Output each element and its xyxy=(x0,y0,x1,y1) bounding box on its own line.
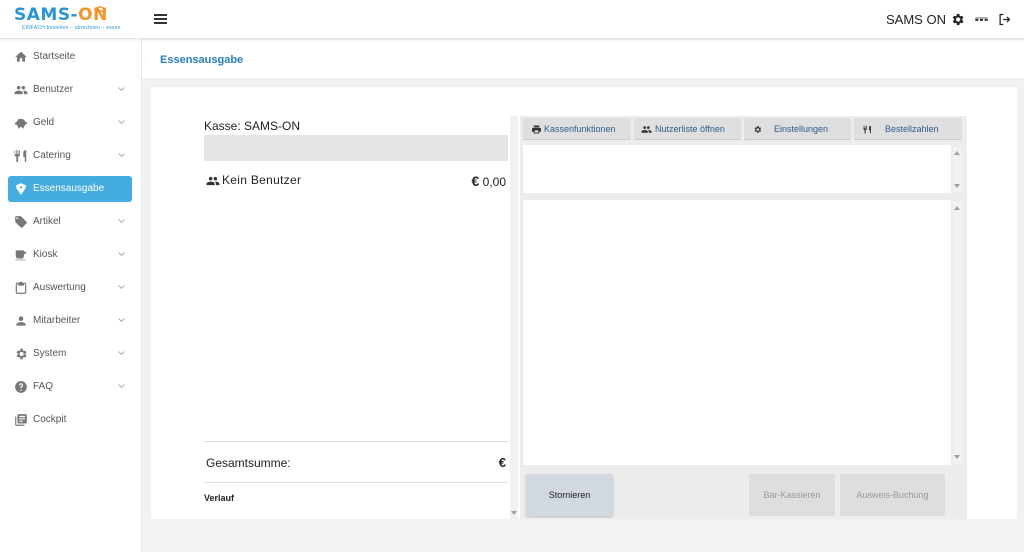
sidebar-item-label: Essensausgabe xyxy=(33,183,105,194)
scroll-down-arrow[interactable] xyxy=(954,455,960,459)
product-list-scrollbar[interactable] xyxy=(953,202,962,464)
sidebar-item-label: Auswertung xyxy=(33,282,86,293)
sidebar-item-catering[interactable]: Catering xyxy=(8,143,132,169)
order-list-top xyxy=(523,145,951,193)
einstellungen-label: Einstellungen xyxy=(774,124,829,134)
sidebar-item-label: FAQ xyxy=(33,381,54,392)
sidebar-item-label: Geld xyxy=(33,117,55,128)
chevron-down-icon xyxy=(118,87,125,91)
currency-symbol: € xyxy=(471,173,480,189)
gear-icon xyxy=(16,348,27,360)
order-list-top-scrollbar[interactable] xyxy=(953,147,962,193)
current-user-name: SAMS ON xyxy=(886,12,946,27)
sidebar-item-cockpit[interactable]: Cockpit xyxy=(8,407,132,433)
chevron-down-icon xyxy=(118,351,125,355)
sidebar-item-label: Artikel xyxy=(33,216,61,227)
label-icon xyxy=(15,216,27,228)
scroll-down-arrow[interactable] xyxy=(511,511,517,515)
sidebar-item-startseite[interactable]: Startseite xyxy=(8,44,132,70)
logo-tagline: EINFACH bestellen – abrechnen – essen xyxy=(22,25,121,31)
sidebar-item-label: Cockpit xyxy=(33,414,67,425)
chevron-down-icon xyxy=(118,318,125,322)
sidebar-item-benutzer[interactable]: Benutzer xyxy=(8,77,132,103)
sidebar-item-geld[interactable]: Geld xyxy=(8,110,132,136)
left-scrollbar[interactable] xyxy=(510,116,518,519)
sidebar-item-label: Startseite xyxy=(33,51,76,62)
page-title: Essensausgabe xyxy=(160,54,244,66)
sidebar-item-artikel[interactable]: Artikel xyxy=(8,209,132,235)
chevron-down-icon xyxy=(118,384,125,388)
sidebar: Startseite Benutzer Geld Catering Essens… xyxy=(0,39,142,552)
divider xyxy=(204,441,508,442)
customer-balance: € 0,00 xyxy=(441,173,507,189)
scroll-up-arrow[interactable] xyxy=(954,206,960,210)
chevron-down-icon xyxy=(118,153,125,157)
einstellungen-button[interactable]: Einstellungen xyxy=(744,118,851,140)
kassenfunktionen-button[interactable]: Kassenfunktionen xyxy=(523,118,631,140)
kasse-title: Kasse: SAMS-ON xyxy=(204,119,301,133)
kasse-card: Kasse: SAMS-ON Kein Benutzer € 0,00 Gesa… xyxy=(151,87,1017,519)
breadcrumb-bar: Essensausgabe xyxy=(142,40,1024,78)
top-header: SAMS-ON EINFACH bestellen – abrechnen – … xyxy=(0,0,1024,39)
logout-icon[interactable] xyxy=(997,12,1012,27)
tag-icon xyxy=(15,183,27,195)
more-dots-icon[interactable] xyxy=(974,12,989,27)
home-icon xyxy=(15,51,27,62)
help-icon xyxy=(15,381,27,393)
sidebar-item-system[interactable]: System xyxy=(8,341,132,367)
users-icon xyxy=(641,126,652,133)
wifi-icon xyxy=(93,6,107,13)
person-icon xyxy=(16,316,26,326)
piggy-bank-icon xyxy=(15,118,27,129)
sidebar-item-auswertung[interactable]: Auswertung xyxy=(8,275,132,301)
ausweis-buchung-button[interactable]: Ausweis-Buchung xyxy=(840,474,945,516)
menu-toggle-button[interactable] xyxy=(154,14,167,25)
sidebar-item-label: Kiosk xyxy=(33,249,58,260)
chevron-down-icon xyxy=(118,285,125,289)
chevron-down-icon xyxy=(118,252,125,256)
cup-icon xyxy=(15,250,27,261)
cutlery-icon xyxy=(863,125,871,134)
gear-icon[interactable] xyxy=(950,12,965,27)
sidebar-item-label: Catering xyxy=(33,150,71,161)
sidebar-item-label: System xyxy=(33,348,67,359)
sidebar-item-faq[interactable]: FAQ xyxy=(8,374,132,400)
product-list xyxy=(523,200,951,465)
kasse-input-box[interactable] xyxy=(204,135,508,161)
cutlery-icon xyxy=(14,150,27,162)
total-label: Gesamtsumme: xyxy=(206,456,291,470)
current-customer-label: Kein Benutzer xyxy=(222,173,302,187)
chevron-down-icon xyxy=(118,219,125,223)
clipboard-icon xyxy=(15,281,27,294)
stornieren-button[interactable]: Stornieren xyxy=(526,474,613,516)
logo-text-main: SAMS- xyxy=(14,5,79,25)
library-icon xyxy=(15,414,27,426)
sidebar-item-label: Benutzer xyxy=(33,84,74,95)
gear-icon xyxy=(754,126,762,133)
printer-icon xyxy=(532,125,541,134)
chevron-down-icon xyxy=(118,120,125,124)
users-icon xyxy=(206,176,220,186)
customer-balance-value: 0,00 xyxy=(482,175,506,189)
scroll-up-arrow[interactable] xyxy=(954,151,960,155)
bestellzahlen-label: Bestellzahlen xyxy=(885,124,939,134)
total-amount: € xyxy=(498,455,506,470)
sidebar-item-essensausgabe[interactable]: Essensausgabe xyxy=(8,176,132,202)
sams-on-logo[interactable]: SAMS-ON EINFACH bestellen – abrechnen – … xyxy=(14,6,132,34)
history-label: Verlauf xyxy=(204,493,235,503)
divider xyxy=(204,482,508,483)
bar-kassieren-button[interactable]: Bar-Kassieren xyxy=(749,474,835,516)
scroll-down-arrow[interactable] xyxy=(954,184,960,188)
bestellzahlen-button[interactable]: Bestellzahlen xyxy=(854,118,962,140)
sidebar-item-label: Mitarbeiter xyxy=(33,315,81,326)
kassenfunktionen-label: Kassenfunktionen xyxy=(544,124,616,134)
nutzerliste-oeffnen-button[interactable]: Nutzerliste öffnen xyxy=(634,118,741,140)
nutzerliste-label: Nutzerliste öffnen xyxy=(655,124,725,134)
sidebar-item-mitarbeiter[interactable]: Mitarbeiter xyxy=(8,308,132,334)
sidebar-item-kiosk[interactable]: Kiosk xyxy=(8,242,132,268)
users-icon xyxy=(14,85,28,95)
